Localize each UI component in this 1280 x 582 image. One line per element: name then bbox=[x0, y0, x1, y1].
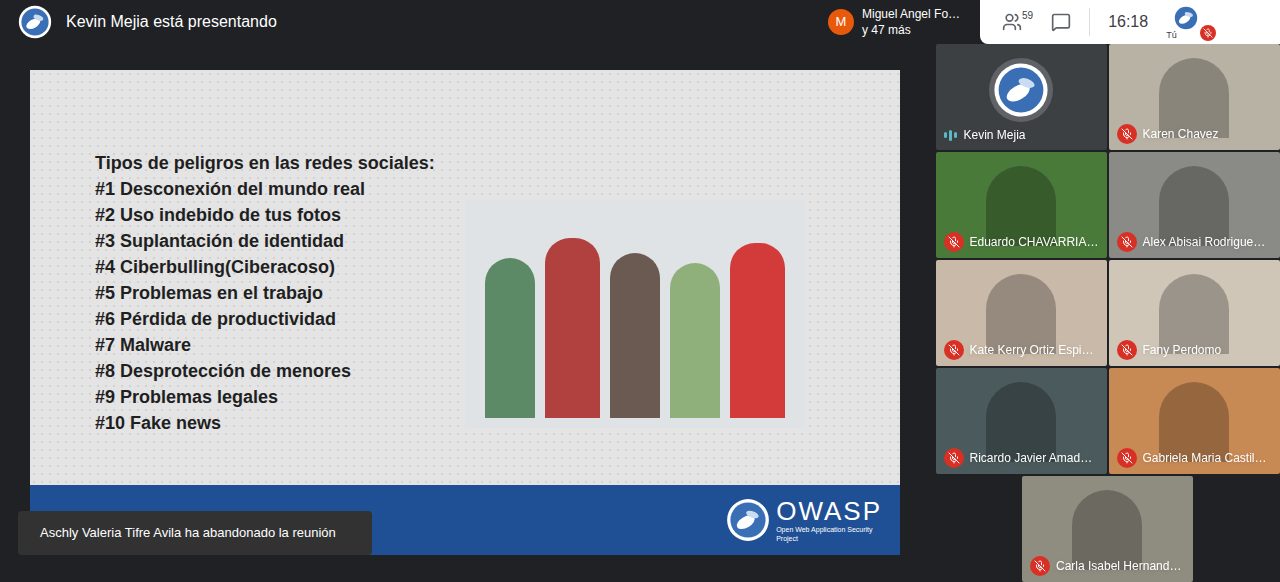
participant-name: Alex Abisai Rodrigue… bbox=[1143, 233, 1266, 251]
self-avatar[interactable]: Tú bbox=[1166, 2, 1216, 42]
speaking-indicator-icon bbox=[944, 128, 958, 142]
participants-chip[interactable]: MMiguel Angel Fo…y 47 más bbox=[820, 0, 980, 44]
presenter-text: Kevin Mejia está presentando bbox=[66, 10, 277, 34]
participant-name: Kevin Mejia bbox=[964, 126, 1026, 144]
slide-item: #7 Malware bbox=[95, 332, 465, 358]
mic-off-icon bbox=[1117, 448, 1137, 468]
slide-text: Tipos de peligros en las redes sociales:… bbox=[95, 150, 465, 485]
mic-off-icon bbox=[944, 232, 964, 252]
chat-icon[interactable] bbox=[1051, 12, 1071, 32]
participant-name: Karen Chavez bbox=[1143, 125, 1219, 143]
slide-item: #9 Problemas legales bbox=[95, 384, 465, 410]
slide-item: #5 Problemas en el trabajo bbox=[95, 280, 465, 306]
mic-off-icon bbox=[1117, 340, 1137, 360]
slide-item: #6 Pérdida de productividad bbox=[95, 306, 465, 332]
mic-off-icon bbox=[944, 448, 964, 468]
slide-item: #2 Uso indebido de tus fotos bbox=[95, 202, 465, 228]
mic-off-icon bbox=[944, 340, 964, 360]
presentation-area: Tipos de peligros en las redes sociales:… bbox=[0, 44, 935, 582]
participant-grid: Kevin Mejia Karen Chavez Eduardo CHAVARRIA… bbox=[935, 44, 1280, 582]
slide-item: #10 Fake news bbox=[95, 410, 465, 436]
presenter-logo-icon bbox=[18, 5, 52, 39]
slide-item: #4 Ciberbulling(Ciberacoso) bbox=[95, 254, 465, 280]
participant-tile[interactable]: Carla Isabel Hernand… bbox=[1022, 476, 1193, 582]
people-button[interactable]: 59 bbox=[1002, 12, 1033, 32]
avatar-icon bbox=[989, 58, 1053, 122]
people-icon bbox=[1002, 12, 1022, 32]
participant-name: Gabriela Maria Castil… bbox=[1143, 449, 1267, 467]
slide-item: #1 Desconexión del mundo real bbox=[95, 176, 465, 202]
slide: Tipos de peligros en las redes sociales:… bbox=[30, 70, 900, 555]
owasp-logo-icon bbox=[726, 498, 770, 542]
slide-item: #8 Desprotección de menores bbox=[95, 358, 465, 384]
participant-tile[interactable]: Kate Kerry Ortiz Espi… bbox=[936, 260, 1107, 366]
slide-heading: Tipos de peligros en las redes sociales: bbox=[95, 150, 465, 176]
participant-avatar-icon: M bbox=[828, 9, 854, 35]
meet-window: Kevin Mejia está presentando MMiguel Ange… bbox=[0, 0, 1280, 582]
owasp-avatar-icon bbox=[993, 62, 1049, 118]
participant-tile[interactable]: Kevin Mejia bbox=[936, 44, 1107, 150]
participant-name: Carla Isabel Hernand… bbox=[1056, 557, 1181, 575]
participant-tile[interactable]: Gabriela Maria Castil… bbox=[1109, 368, 1280, 474]
owasp-logo-subtitle: Open Web Application Security Project bbox=[776, 525, 876, 543]
participant-tile[interactable]: Alex Abisai Rodrigue… bbox=[1109, 152, 1280, 258]
clock: 16:18 bbox=[1108, 10, 1148, 34]
participant-tile[interactable]: Fany Perdomo bbox=[1109, 260, 1280, 366]
slide-photo bbox=[465, 200, 805, 428]
slide-item: #3 Suplantación de identidad bbox=[95, 228, 465, 254]
participant-name: Eduardo CHAVARRIA… bbox=[970, 233, 1099, 251]
participant-name: Kate Kerry Ortiz Espi… bbox=[970, 341, 1094, 359]
self-mic-off-icon bbox=[1200, 25, 1216, 41]
participant-tile[interactable]: Eduardo CHAVARRIA… bbox=[936, 152, 1107, 258]
owasp-logo-text: OWASP bbox=[776, 497, 882, 525]
mic-off-icon bbox=[1117, 124, 1137, 144]
top-bar: Kevin Mejia está presentando MMiguel Ange… bbox=[0, 0, 1280, 44]
mic-off-icon bbox=[1030, 556, 1050, 576]
participant-tile[interactable]: Karen Chavez bbox=[1109, 44, 1280, 150]
mic-off-icon bbox=[1117, 232, 1137, 252]
meeting-controls: 59 16:18 Tú bbox=[980, 0, 1280, 44]
participant-tile[interactable]: Ricardo Javier Amad… bbox=[936, 368, 1107, 474]
participant-name: Ricardo Javier Amad… bbox=[970, 449, 1093, 467]
self-avatar-icon bbox=[1172, 4, 1200, 32]
participant-name: Fany Perdomo bbox=[1143, 341, 1222, 359]
toast: Aschly Valeria Tifre Avila ha abandonado… bbox=[18, 511, 372, 555]
